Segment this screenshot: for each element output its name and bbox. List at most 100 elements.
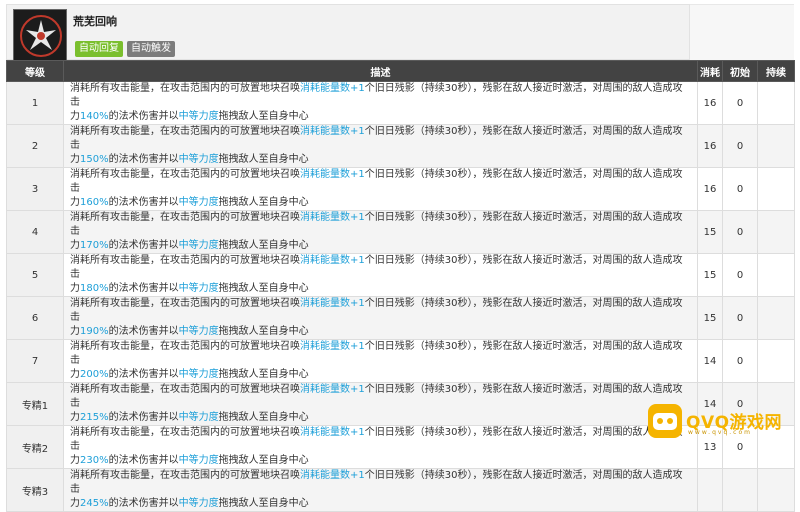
table-row: 3 消耗所有攻击能量，在攻击范围内的可放置地块召唤消耗能量数+1个旧日残影（持续3…: [6, 167, 795, 211]
highlight-text: 消耗能量数+1: [300, 83, 365, 94]
level-cell: 专精1: [6, 382, 64, 426]
initial-cell: 0: [722, 253, 758, 297]
level-cell: 专精3: [6, 468, 64, 512]
description-text: 消耗所有攻击能量，在攻击范围内的可放置地块召唤: [70, 298, 300, 309]
description-text: 的法术伤害并以: [108, 412, 179, 423]
level-cell: 1: [6, 81, 64, 125]
duration-cell: [757, 167, 795, 211]
highlight-text: 消耗能量数+1: [300, 298, 365, 309]
initial-cell: 0: [722, 81, 758, 125]
table-row: 2 消耗所有攻击能量，在攻击范围内的可放置地块召唤消耗能量数+1个旧日残影（持续3…: [6, 124, 795, 168]
description-text: 消耗所有攻击能量，在攻击范围内的可放置地块召唤: [70, 341, 300, 352]
description-text: 消耗所有攻击能量，在攻击范围内的可放置地块召唤: [70, 255, 300, 266]
highlight-text: 消耗能量数+1: [300, 470, 365, 481]
table-row: 1 消耗所有攻击能量，在攻击范围内的可放置地块召唤消耗能量数+1个旧日残影（持续3…: [6, 81, 795, 125]
description-text: 的法术伤害并以: [108, 455, 179, 466]
highlight-text: 消耗能量数+1: [300, 255, 365, 266]
level-cell: 3: [6, 167, 64, 211]
header-level: 等级: [6, 60, 64, 82]
damage-percent: 215%: [80, 412, 109, 423]
description-text: 消耗所有攻击能量，在攻击范围内的可放置地块召唤: [70, 83, 300, 94]
highlight-text: 中等力度: [178, 283, 219, 294]
cost-cell: 16: [697, 81, 723, 125]
table-row: 4 消耗所有攻击能量，在攻击范围内的可放置地块召唤消耗能量数+1个旧日残影（持续3…: [6, 210, 795, 254]
description-text: 的法术伤害并以: [108, 111, 179, 122]
duration-cell: [757, 210, 795, 254]
watermark-subtext: www.qvq.com: [688, 429, 752, 436]
header-duration: 持续: [757, 60, 795, 82]
damage-percent: 200%: [80, 369, 109, 380]
description-text: 拖拽敌人至自身中心: [218, 283, 309, 294]
damage-percent: 150%: [80, 154, 109, 165]
description-text: 消耗所有攻击能量，在攻击范围内的可放置地块召唤: [70, 427, 300, 438]
description-text: 的法术伤害并以: [108, 197, 179, 208]
table-row: 5 消耗所有攻击能量，在攻击范围内的可放置地块召唤消耗能量数+1个旧日残影（持续3…: [6, 253, 795, 297]
initial-cell: 0: [722, 124, 758, 168]
cost-cell: 16: [697, 124, 723, 168]
header-initial: 初始: [722, 60, 758, 82]
description-text: 拖拽敌人至自身中心: [218, 154, 309, 165]
description-text: 拖拽敌人至自身中心: [218, 498, 309, 509]
highlight-text: 中等力度: [178, 412, 219, 423]
duration-cell: [757, 339, 795, 383]
description-text: 力: [70, 240, 80, 251]
watermark: QVQ游戏网 www.qvq.com: [648, 402, 798, 442]
description-text: 力: [70, 197, 80, 208]
skill-panel: 荒芜回响 自动回复 自动触发 等级 描述 消耗 初始 持续 1 消耗所有攻击能量，…: [0, 0, 800, 512]
highlight-text: 中等力度: [178, 326, 219, 337]
tag-auto-recovery: 自动回复: [75, 41, 123, 57]
damage-percent: 140%: [80, 111, 109, 122]
description-cell: 消耗所有攻击能量，在攻击范围内的可放置地块召唤消耗能量数+1个旧日残影（持续30…: [63, 81, 698, 125]
description-text: 拖拽敌人至自身中心: [218, 455, 309, 466]
description-text: 拖拽敌人至自身中心: [218, 412, 309, 423]
description-cell: 消耗所有攻击能量，在攻击范围内的可放置地块召唤消耗能量数+1个旧日残影（持续30…: [63, 124, 698, 168]
highlight-text: 消耗能量数+1: [300, 169, 365, 180]
header-cost: 消耗: [697, 60, 723, 82]
initial-cell: [722, 468, 758, 512]
skill-name: 荒芜回响: [73, 15, 117, 28]
damage-percent: 170%: [80, 240, 109, 251]
description-text: 的法术伤害并以: [108, 240, 179, 251]
description-text: 的法术伤害并以: [108, 154, 179, 165]
highlight-text: 中等力度: [178, 498, 219, 509]
duration-cell: [757, 296, 795, 340]
highlight-text: 消耗能量数+1: [300, 341, 365, 352]
description-text: 的法术伤害并以: [108, 498, 179, 509]
description-text: 消耗所有攻击能量，在攻击范围内的可放置地块召唤: [70, 384, 300, 395]
description-text: 的法术伤害并以: [108, 283, 179, 294]
description-text: 力: [70, 412, 80, 423]
highlight-text: 消耗能量数+1: [300, 427, 365, 438]
table-row: 7 消耗所有攻击能量，在攻击范围内的可放置地块召唤消耗能量数+1个旧日残影（持续3…: [6, 339, 795, 383]
damage-percent: 160%: [80, 197, 109, 208]
header-spacer: [690, 4, 794, 60]
cost-cell: 16: [697, 167, 723, 211]
highlight-text: 消耗能量数+1: [300, 126, 365, 137]
description-text: 力: [70, 154, 80, 165]
description-text: 力: [70, 369, 80, 380]
cost-cell: 14: [697, 339, 723, 383]
highlight-text: 消耗能量数+1: [300, 212, 365, 223]
table-header-row: 等级 描述 消耗 初始 持续: [6, 60, 795, 82]
damage-percent: 245%: [80, 498, 109, 509]
cost-cell: 15: [697, 296, 723, 340]
description-text: 拖拽敌人至自身中心: [218, 111, 309, 122]
header-description: 描述: [63, 60, 698, 82]
initial-cell: 0: [722, 339, 758, 383]
level-cell: 6: [6, 296, 64, 340]
damage-percent: 180%: [80, 283, 109, 294]
level-cell: 7: [6, 339, 64, 383]
damage-percent: 190%: [80, 326, 109, 337]
duration-cell: [757, 468, 795, 512]
description-cell: 消耗所有攻击能量，在攻击范围内的可放置地块召唤消耗能量数+1个旧日残影（持续30…: [63, 210, 698, 254]
description-cell: 消耗所有攻击能量，在攻击范围内的可放置地块召唤消耗能量数+1个旧日残影（持续30…: [63, 253, 698, 297]
highlight-text: 中等力度: [178, 369, 219, 380]
highlight-text: 中等力度: [178, 154, 219, 165]
description-text: 的法术伤害并以: [108, 369, 179, 380]
initial-cell: 0: [722, 210, 758, 254]
description-cell: 消耗所有攻击能量，在攻击范围内的可放置地块召唤消耗能量数+1个旧日残影（持续30…: [63, 339, 698, 383]
description-text: 力: [70, 283, 80, 294]
highlight-text: 中等力度: [178, 197, 219, 208]
duration-cell: [757, 124, 795, 168]
description-text: 拖拽敌人至自身中心: [218, 369, 309, 380]
description-cell: 消耗所有攻击能量，在攻击范围内的可放置地块召唤消耗能量数+1个旧日残影（持续30…: [63, 167, 698, 211]
